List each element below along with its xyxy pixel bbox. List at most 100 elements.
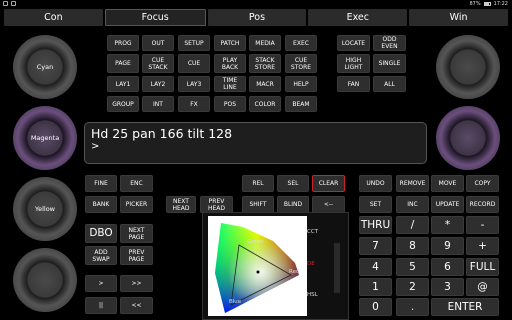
key-patch[interactable]: PATCH	[214, 35, 246, 51]
key-prev-head[interactable]: PREV HEAD	[200, 196, 233, 213]
key-macr[interactable]: MACR	[249, 76, 281, 92]
key-cue[interactable]: CUE	[178, 54, 210, 73]
key-blind[interactable]: BLIND	[277, 196, 309, 213]
key-full[interactable]: FULL	[466, 258, 499, 276]
key-move[interactable]: MOVE	[431, 175, 464, 192]
key-divide[interactable]: /	[396, 216, 429, 234]
right-encoder-2[interactable]	[436, 106, 500, 170]
key-prev-page[interactable]: PREV PAGE	[120, 246, 153, 265]
key-group[interactable]: GROUP	[107, 96, 139, 112]
key-lay3[interactable]: LAY3	[178, 76, 210, 92]
key-fan[interactable]: FAN	[337, 76, 370, 92]
key-6[interactable]: 6	[431, 258, 464, 276]
key-dbo[interactable]: DBO	[85, 224, 117, 243]
key-bank[interactable]: BANK	[85, 196, 117, 213]
label-hsl[interactable]: HSL	[307, 292, 318, 298]
key-int[interactable]: INT	[142, 96, 174, 112]
key-locate[interactable]: LOCATE	[337, 35, 370, 51]
key-lay2[interactable]: LAY2	[142, 76, 174, 92]
key-stack-store[interactable]: STACK STORE	[249, 54, 281, 73]
key-single[interactable]: SINGLE	[373, 54, 406, 73]
fourth-encoder[interactable]	[13, 248, 77, 312]
key-remove[interactable]: REMOVE	[396, 175, 429, 192]
key-minus[interactable]: -	[466, 216, 499, 234]
yellow-encoder[interactable]: Yellow	[13, 177, 77, 241]
label-red: Red	[289, 269, 300, 275]
label-side: DE	[307, 261, 315, 267]
tab-pos[interactable]: Pos	[207, 9, 307, 26]
key-cue-stack[interactable]: CUE STACK	[142, 54, 174, 73]
key-rewind[interactable]: <<	[120, 297, 153, 314]
cyan-encoder[interactable]: Cyan	[13, 35, 77, 99]
key-shift[interactable]: SHIFT	[242, 196, 274, 213]
key-color[interactable]: COLOR	[249, 96, 281, 112]
key-fx[interactable]: FX	[178, 96, 210, 112]
key-8[interactable]: 8	[396, 237, 429, 255]
key-pause[interactable]: ||	[85, 297, 117, 314]
key-inc[interactable]: INC	[396, 196, 429, 213]
key-time-line[interactable]: TIME LINE	[214, 76, 246, 92]
key-0[interactable]: 0	[359, 298, 392, 316]
key-lay1[interactable]: LAY1	[107, 76, 139, 92]
key-enc[interactable]: ENC	[120, 175, 153, 192]
key-5[interactable]: 5	[396, 258, 429, 276]
key-odd-even[interactable]: ODD EVEN	[373, 35, 406, 51]
cyan-label: Cyan	[36, 63, 54, 71]
key-4[interactable]: 4	[359, 258, 392, 276]
key-multiply[interactable]: *	[431, 216, 464, 234]
right-encoder-1[interactable]	[436, 35, 500, 99]
key-picker[interactable]: PICKER	[120, 196, 153, 213]
picker-cursor[interactable]	[256, 270, 260, 274]
key-enter[interactable]: ENTER	[431, 298, 499, 316]
key-prog[interactable]: PROG	[107, 35, 139, 51]
key-set[interactable]: SET	[359, 196, 392, 213]
key-high-light[interactable]: HIGH LIGHT	[337, 54, 370, 73]
key-9[interactable]: 9	[431, 237, 464, 255]
key-sel[interactable]: SEL	[277, 175, 309, 192]
color-picker-graphic	[208, 216, 340, 316]
key-dot[interactable]: .	[396, 298, 429, 316]
tab-focus[interactable]: Focus	[104, 9, 206, 26]
key-beam[interactable]: BEAM	[285, 96, 317, 112]
key-plus[interactable]: +	[466, 237, 499, 255]
key-out[interactable]: OUT	[142, 35, 174, 51]
app-icon	[11, 1, 16, 6]
key-all[interactable]: ALL	[373, 76, 406, 92]
battery-icon	[483, 2, 491, 6]
key-rel[interactable]: REL	[242, 175, 274, 192]
key-thru[interactable]: THRU	[359, 216, 392, 234]
key-undo[interactable]: UNDO	[359, 175, 392, 192]
key-go[interactable]: >	[85, 275, 117, 292]
key-setup[interactable]: SETUP	[178, 35, 210, 51]
magenta-encoder[interactable]: Magenta	[13, 106, 77, 170]
key-next-head[interactable]: NEXT HEAD	[166, 196, 196, 213]
key-exec[interactable]: EXEC	[285, 35, 317, 51]
key-fast-forward[interactable]: >>	[120, 275, 153, 292]
key-backspace[interactable]: <--	[312, 196, 345, 213]
label-cct[interactable]: CCT	[307, 229, 318, 235]
tab-con[interactable]: Con	[4, 9, 103, 26]
key-media[interactable]: MEDIA	[249, 35, 281, 51]
key-play-back[interactable]: PLAY BACK	[214, 54, 246, 73]
key-copy[interactable]: COPY	[466, 175, 499, 192]
battery-percent: 87%	[469, 1, 481, 7]
key-help[interactable]: HELP	[285, 76, 317, 92]
tab-exec[interactable]: Exec	[308, 9, 408, 26]
tab-win[interactable]: Win	[409, 9, 508, 26]
key-3[interactable]: 3	[431, 278, 464, 296]
key-page[interactable]: PAGE	[107, 54, 139, 73]
key-2[interactable]: 2	[396, 278, 429, 296]
key-7[interactable]: 7	[359, 237, 392, 255]
key-at[interactable]: @	[466, 278, 499, 296]
key-pos[interactable]: POS	[214, 96, 246, 112]
key-record[interactable]: RECORD	[466, 196, 499, 213]
key-next-page[interactable]: NEXT PAGE	[120, 224, 153, 243]
key-fine[interactable]: FINE	[85, 175, 117, 192]
key-clear[interactable]: CLEAR	[312, 175, 345, 192]
key-1[interactable]: 1	[359, 278, 392, 296]
key-add-swap[interactable]: ADD SWAP	[85, 246, 117, 265]
key-update[interactable]: UPDATE	[431, 196, 464, 213]
command-line[interactable]: Hd 25 pan 166 tilt 128 >	[84, 122, 427, 164]
status-icons-left	[3, 1, 16, 6]
key-cue-store[interactable]: CUE STORE	[285, 54, 317, 73]
